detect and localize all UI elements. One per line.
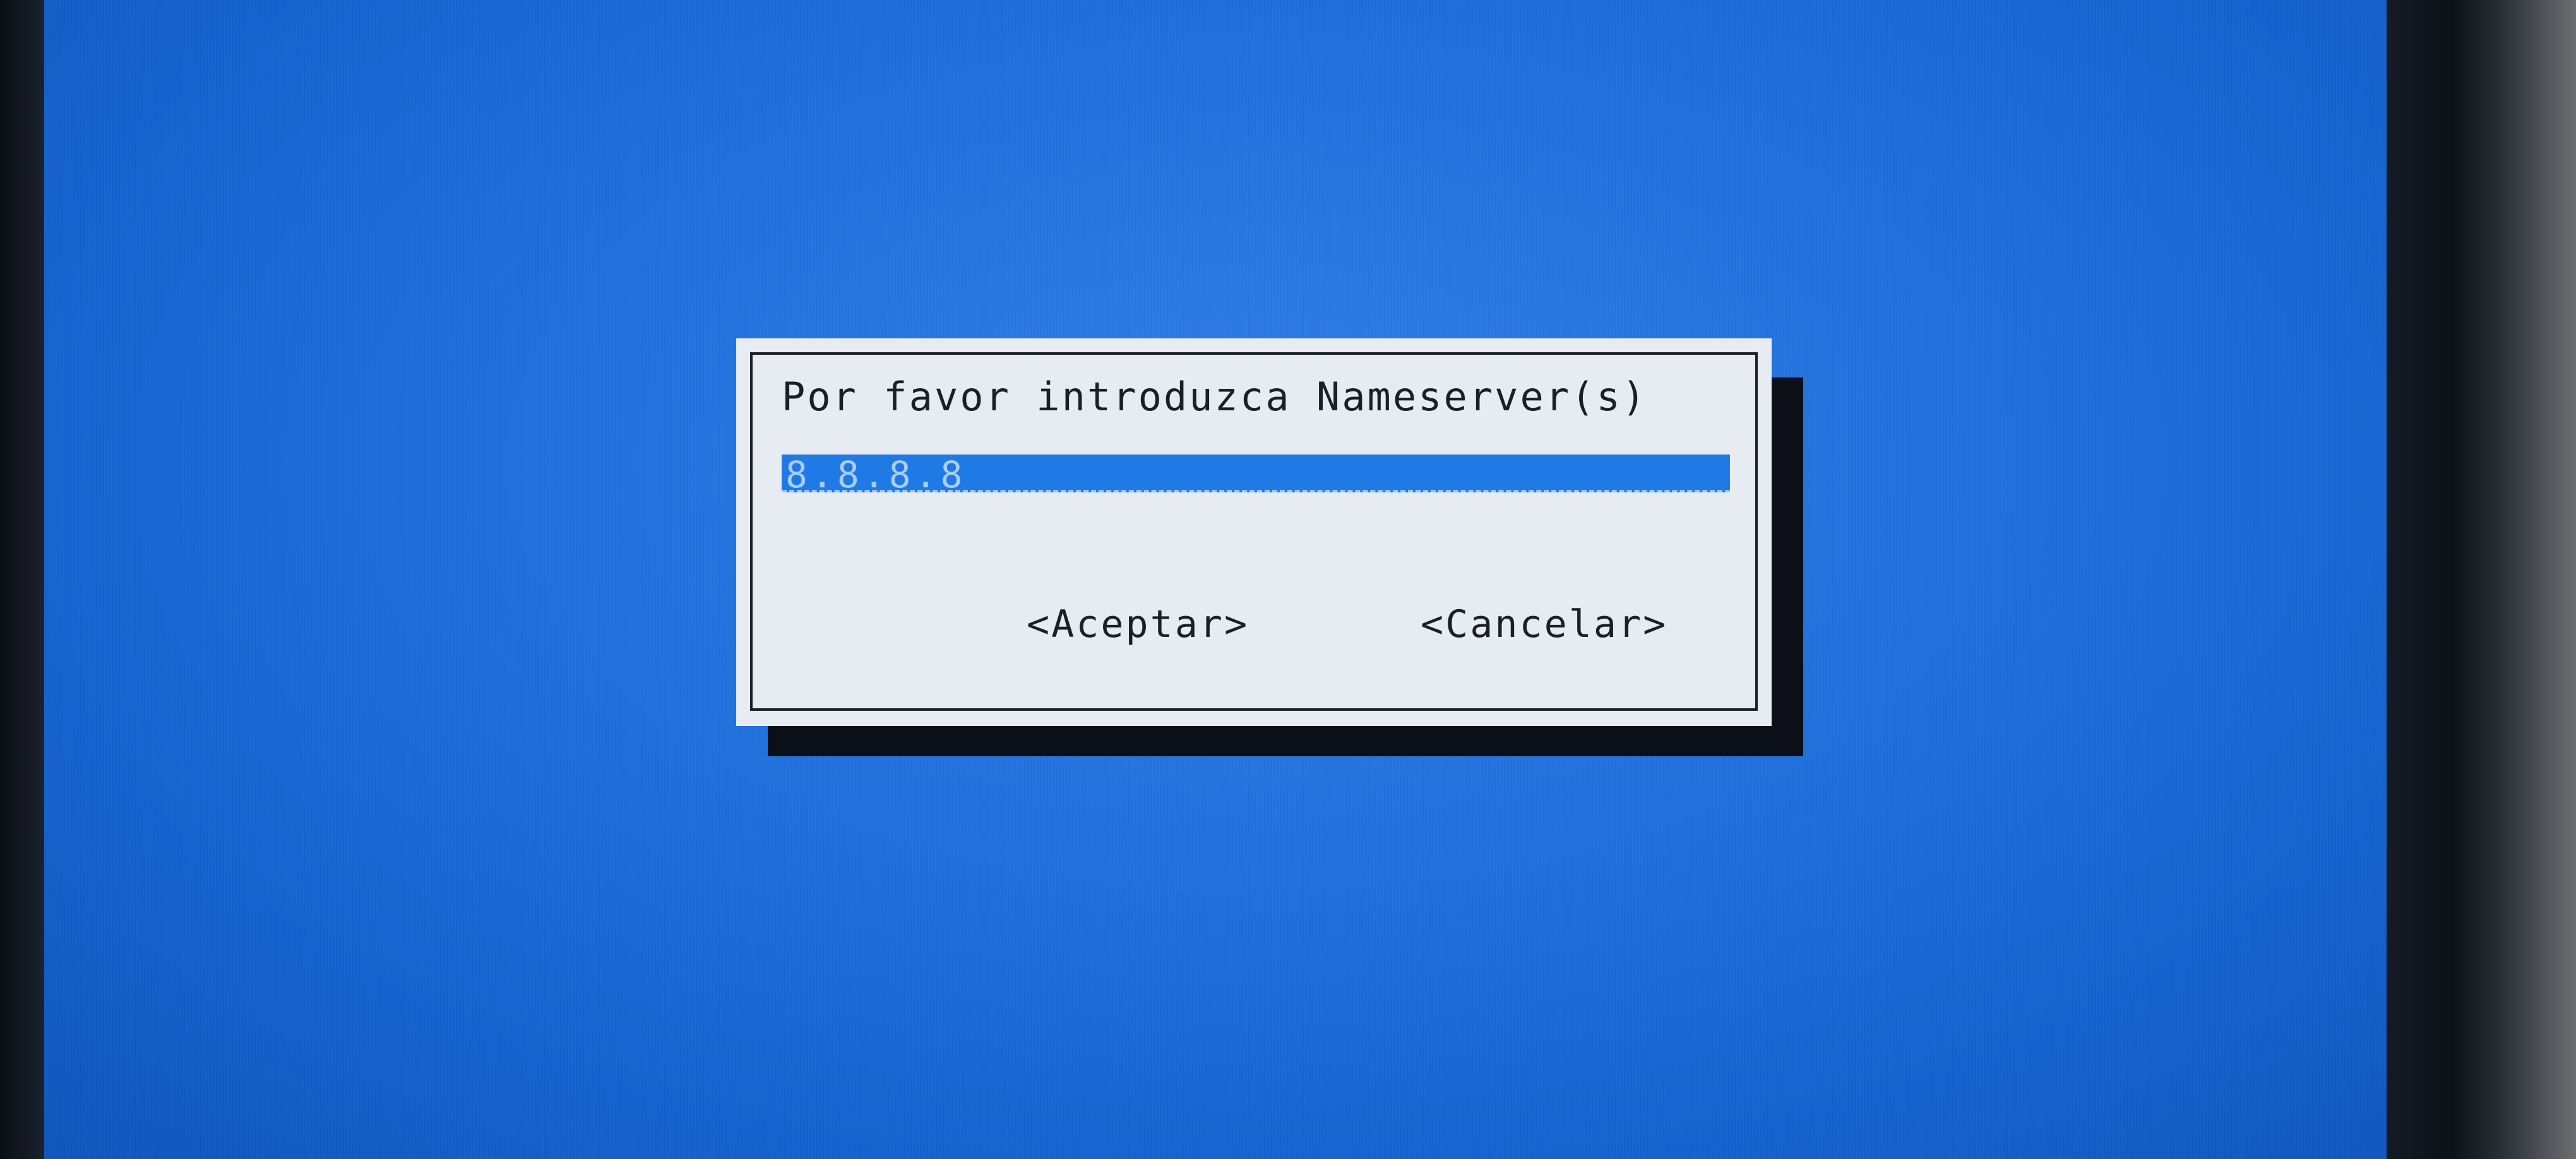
console-screen: Por favor introduzca Nameserver(s) 8.8.8… [44, 0, 2387, 1159]
accept-button[interactable]: <Aceptar> [1027, 602, 1249, 646]
monitor-bezel-left [0, 0, 44, 1159]
monitor-bezel-right [2387, 0, 2576, 1159]
nameserver-input[interactable]: 8.8.8.8 [782, 453, 1730, 496]
nameserver-input-value: 8.8.8.8 [785, 453, 967, 496]
cancel-button[interactable]: <Cancelar> [1421, 602, 1667, 646]
nameserver-dialog: Por favor introduzca Nameserver(s) 8.8.8… [736, 338, 1772, 726]
dialog-prompt: Por favor introduzca Nameserver(s) [782, 374, 1648, 420]
